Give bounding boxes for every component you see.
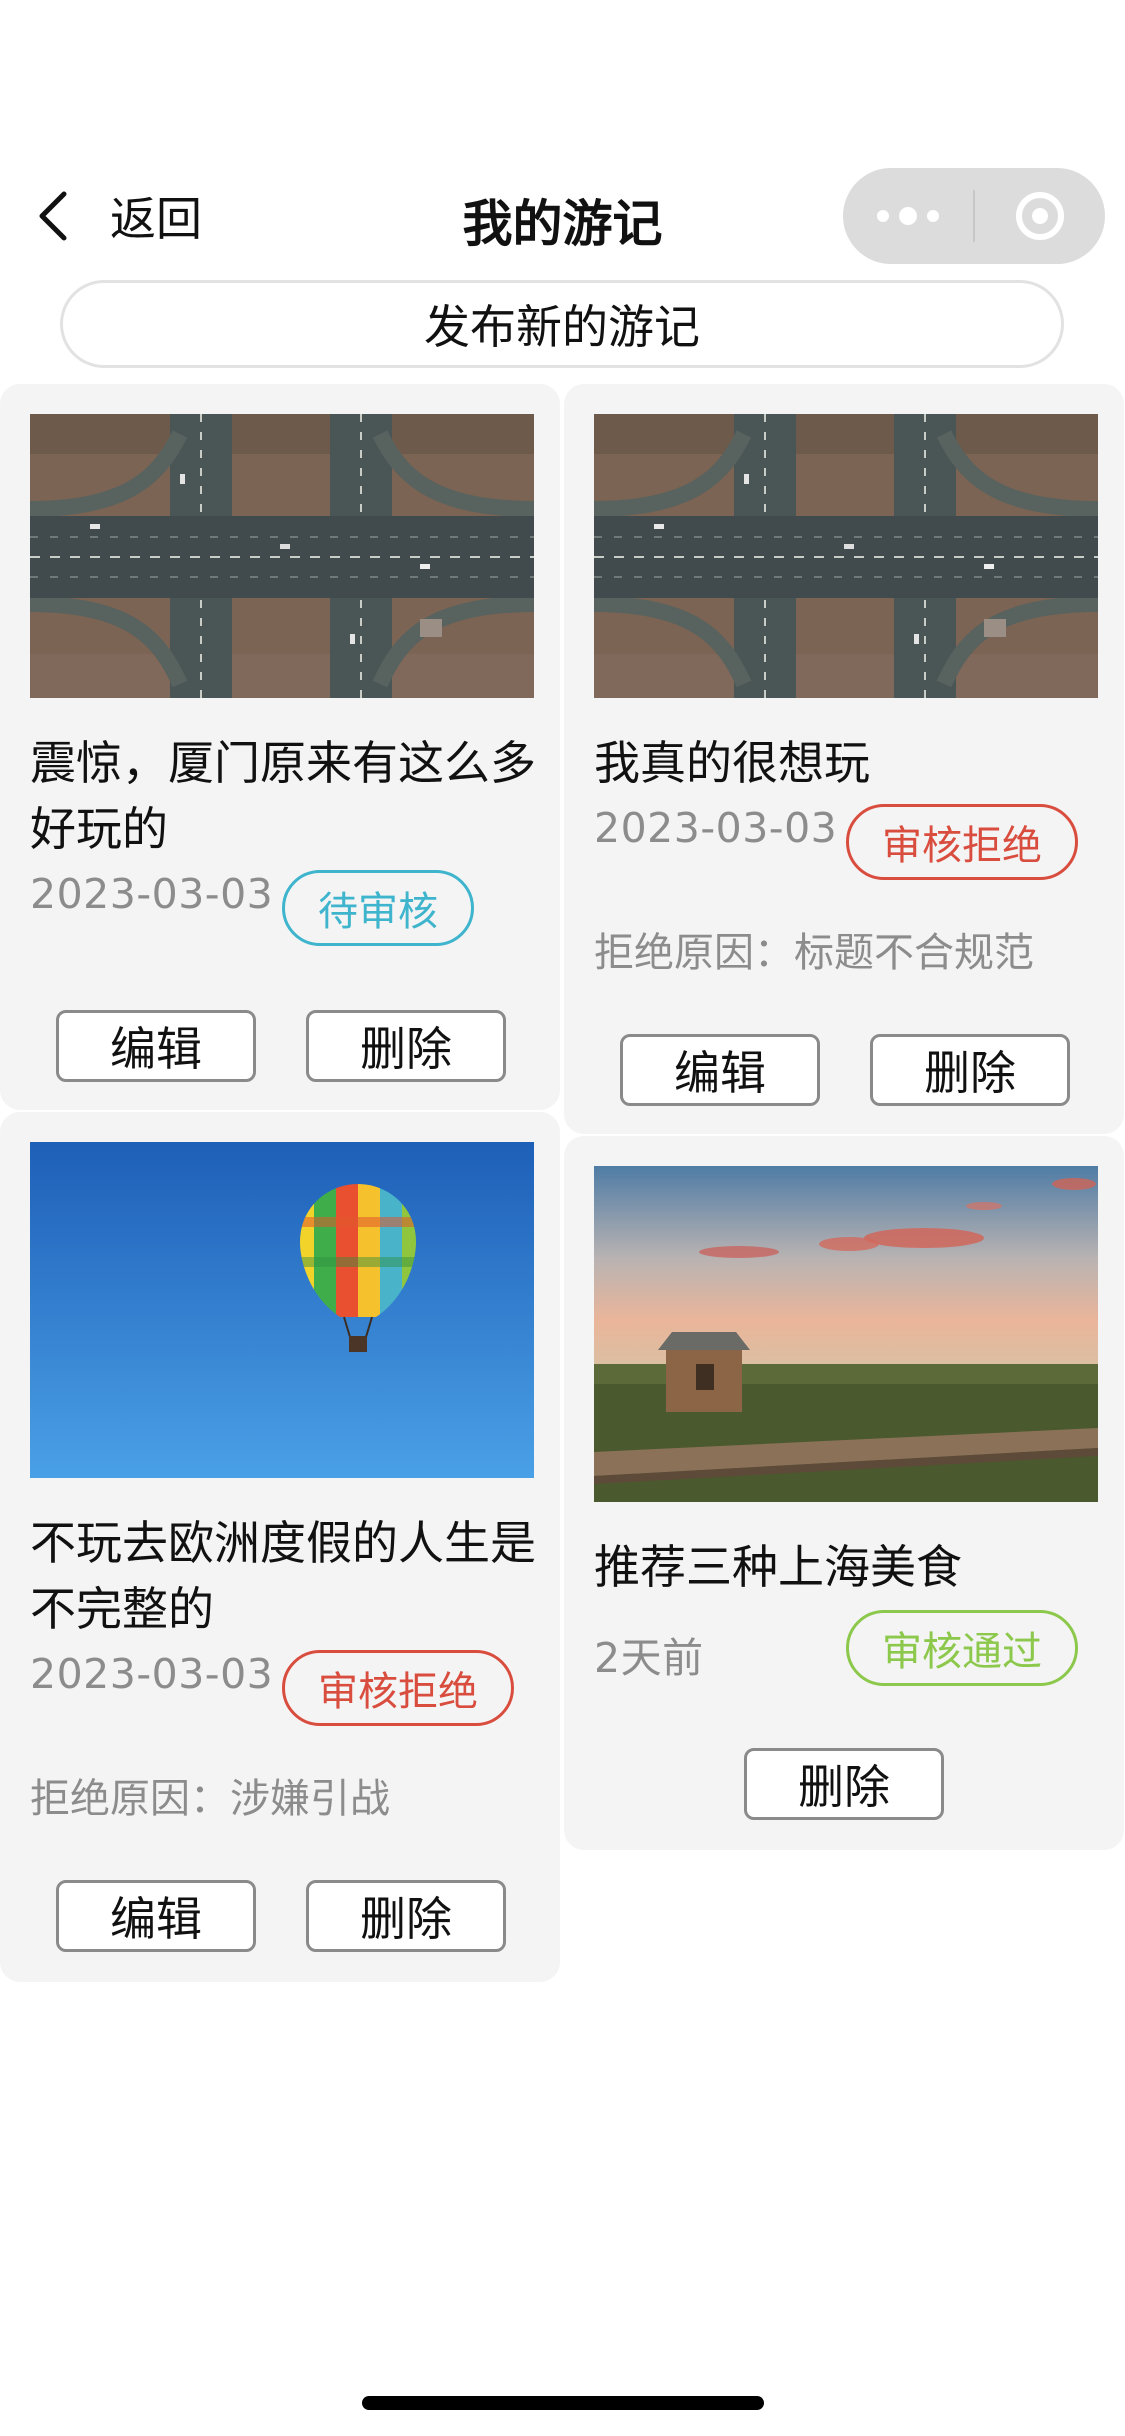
card-image-highway[interactable]	[594, 414, 1098, 698]
card-date: 2023-03-03	[30, 870, 274, 918]
delete-button[interactable]: 删除	[744, 1748, 944, 1820]
card-date: 2天前	[594, 1634, 704, 1682]
navigation-bar: 返回 我的游记	[0, 160, 1125, 272]
more-dots-icon	[872, 207, 944, 225]
home-indicator	[362, 2396, 764, 2410]
status-badge: 审核拒绝	[282, 1650, 514, 1726]
card-title[interactable]: 不玩去欧洲度假的人生是不完整的	[30, 1510, 540, 1642]
edit-button[interactable]: 编辑	[56, 1010, 256, 1082]
card-date: 2023-03-03	[594, 804, 838, 852]
card-title[interactable]: 我真的很想玩	[594, 730, 1104, 796]
travelogue-card: 我真的很想玩 2023-03-03 审核拒绝 拒绝原因：标题不合规范 编辑 删除	[564, 384, 1124, 1134]
status-badge: 审核拒绝	[846, 804, 1078, 880]
publish-new-travelogue-button[interactable]: 发布新的游记	[60, 280, 1064, 368]
delete-button[interactable]: 删除	[870, 1034, 1070, 1106]
close-mini-program-button[interactable]	[975, 168, 1105, 264]
edit-button[interactable]: 编辑	[56, 1880, 256, 1952]
more-button[interactable]	[843, 168, 973, 264]
reject-reason: 拒绝原因：标题不合规范	[594, 930, 1034, 976]
card-title[interactable]: 推荐三种上海美食	[594, 1534, 1104, 1600]
delete-button[interactable]: 删除	[306, 1010, 506, 1082]
card-image-highway[interactable]	[30, 414, 534, 698]
edit-button[interactable]: 编辑	[620, 1034, 820, 1106]
card-image-prairie[interactable]	[594, 1166, 1098, 1502]
travelogue-card: 不玩去欧洲度假的人生是不完整的 2023-03-03 审核拒绝 拒绝原因：涉嫌引…	[0, 1112, 560, 1982]
mini-program-capsule	[843, 168, 1105, 264]
status-badge: 审核通过	[846, 1610, 1078, 1686]
travelogue-card: 推荐三种上海美食 2天前 审核通过 删除	[564, 1136, 1124, 1850]
delete-button[interactable]: 删除	[306, 1880, 506, 1952]
status-badge: 待审核	[282, 870, 474, 946]
card-title[interactable]: 震惊，厦门原来有这么多好玩的	[30, 730, 540, 862]
reject-reason: 拒绝原因：涉嫌引战	[30, 1776, 390, 1822]
card-date: 2023-03-03	[30, 1650, 274, 1698]
card-image-balloon[interactable]	[30, 1142, 534, 1478]
travelogue-card: 震惊，厦门原来有这么多好玩的 2023-03-03 待审核 编辑 删除	[0, 384, 560, 1110]
target-circle-icon	[1016, 192, 1064, 240]
